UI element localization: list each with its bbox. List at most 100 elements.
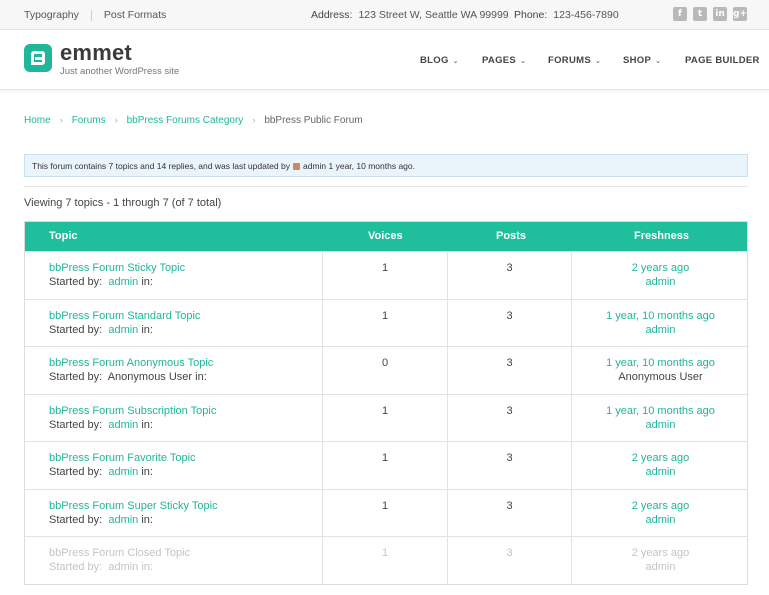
posts-count: 3 <box>506 357 513 369</box>
phone-info: Phone: 123-456-7890 <box>514 9 619 21</box>
nav-pages[interactable]: PAGES ⌄ <box>482 55 526 66</box>
started-by-label: Started by: <box>49 276 103 288</box>
posts-count: 3 <box>506 309 513 322</box>
started-by-label: Started by: <box>49 323 103 336</box>
freshness-user-link[interactable]: admin <box>572 465 749 479</box>
linkedin-icon[interactable]: in <box>713 7 727 21</box>
header-freshness: Freshness <box>634 230 690 242</box>
notice-user[interactable]: admin <box>303 161 326 171</box>
voices-count: 1 <box>381 262 389 274</box>
in-label: in: <box>141 418 153 431</box>
topic-title-link[interactable]: bbPress Forum Favorite Topic <box>49 451 322 465</box>
posts-count: 3 <box>506 404 513 417</box>
chevron-down-icon: ⌄ <box>520 58 527 65</box>
nav-blog-label: BLOG <box>420 55 449 66</box>
table-header: Topic Voices Posts Freshness <box>25 222 747 251</box>
breadcrumb-forums[interactable]: Forums <box>72 115 106 126</box>
in-label: in: <box>141 276 153 288</box>
header-topic: Topic <box>49 230 78 242</box>
in-label: in: <box>141 323 153 336</box>
started-by-label: Started by: <box>49 513 103 526</box>
posts-count: 3 <box>506 262 513 274</box>
voices-count: 1 <box>381 404 389 417</box>
site-tagline: Just another WordPress site <box>60 66 180 77</box>
topic-author-link[interactable]: admin <box>108 466 138 478</box>
top-bar: Typography Post Formats Address: 123 Stre… <box>0 0 769 30</box>
topic-title-link[interactable]: bbPress Forum Standard Topic <box>49 309 322 323</box>
freshness-link[interactable]: 2 years ago <box>572 499 749 513</box>
started-by-label: Started by: <box>49 466 103 478</box>
logo-icon[interactable] <box>24 44 52 72</box>
freshness-user-link[interactable]: admin <box>572 418 749 432</box>
freshness-user-link[interactable]: admin <box>572 560 749 574</box>
freshness-link[interactable]: 1 year, 10 months ago <box>572 404 749 418</box>
nav-shop[interactable]: SHOP ⌄ <box>623 55 661 66</box>
avatar-icon <box>292 163 300 170</box>
notice-text: This forum contains 7 topics and 14 repl… <box>32 161 290 171</box>
header-posts: Posts <box>496 230 526 242</box>
posts-count: 3 <box>506 499 513 512</box>
notice-time: 1 year, 10 months ago. <box>328 161 415 171</box>
in-label: in: <box>195 371 207 383</box>
chevron-right-icon: › <box>252 115 256 125</box>
breadcrumb-home[interactable]: Home <box>24 115 51 126</box>
nav-shop-label: SHOP <box>623 55 652 66</box>
topic-author-link[interactable]: admin <box>108 514 138 526</box>
topic-author-link[interactable]: admin <box>108 419 138 431</box>
topic-author-link[interactable]: admin <box>108 276 138 288</box>
site-title[interactable]: emmet <box>60 40 132 66</box>
freshness-link[interactable]: 2 years ago <box>572 261 749 275</box>
site-header: emmet Just another WordPress site BLOG ⌄ … <box>0 30 769 90</box>
voices-count: 1 <box>381 499 389 512</box>
table-row: bbPress Forum Sticky Topic Started by: ad… <box>25 251 747 299</box>
table-row: bbPress Forum Favorite Topic Started by: … <box>25 441 747 489</box>
nav-page-builder[interactable]: PAGE BUILDER <box>685 55 760 66</box>
in-label: in: <box>141 513 153 526</box>
topic-title-link[interactable]: bbPress Forum Closed Topic <box>49 546 322 560</box>
forum-info-notice: This forum contains 7 topics and 14 repl… <box>24 154 748 177</box>
topic-title-link[interactable]: bbPress Forum Sticky Topic <box>49 261 322 275</box>
voices-count: 0 <box>381 357 389 369</box>
phone-value: 123-456-7890 <box>553 9 619 21</box>
google-plus-icon[interactable]: g+ <box>733 7 747 21</box>
started-by-label: Started by: <box>49 418 103 431</box>
pagination-count: Viewing 7 topics - 1 through 7 (of 7 tot… <box>24 197 222 209</box>
freshness-user-link[interactable]: admin <box>572 275 749 289</box>
top-nav-post-formats[interactable]: Post Formats <box>104 9 166 21</box>
in-label: in: <box>141 466 153 478</box>
chevron-down-icon: ⌄ <box>655 58 662 65</box>
started-by-label: Started by: <box>49 371 103 383</box>
posts-count: 3 <box>506 452 513 464</box>
table-row: bbPress Forum Standard Topic Started by: … <box>25 298 749 346</box>
phone-label: Phone: <box>514 9 548 21</box>
facebook-icon[interactable]: f <box>673 7 687 21</box>
address-value: 123 Street W, Seattle WA 99999 <box>358 9 509 21</box>
top-nav-typography[interactable]: Typography <box>24 9 79 21</box>
topic-author-link[interactable]: admin <box>108 561 138 573</box>
posts-count: 3 <box>506 547 513 559</box>
top-nav: Typography Post Formats <box>24 9 166 21</box>
voices-count: 1 <box>381 547 389 559</box>
table-row: bbPress Forum Subscription Topic Started … <box>25 393 749 441</box>
topic-author-link[interactable]: admin <box>108 324 138 336</box>
topic-title-link[interactable]: bbPress Forum Super Sticky Topic <box>49 499 322 513</box>
nav-forums-label: FORUMS <box>548 55 591 66</box>
freshness-link[interactable]: 1 year, 10 months ago <box>572 356 749 370</box>
freshness-link[interactable]: 2 years ago <box>572 451 749 465</box>
freshness-user-link[interactable]: admin <box>572 323 749 337</box>
twitter-icon[interactable]: t <box>693 7 707 21</box>
chevron-right-icon: › <box>59 115 63 125</box>
freshness-user-link[interactable]: admin <box>572 513 749 527</box>
address-info: Address: 123 Street W, Seattle WA 99999 <box>311 9 509 21</box>
address-label: Address: <box>311 9 353 21</box>
topic-title-link[interactable]: bbPress Forum Anonymous Topic <box>49 356 322 370</box>
nav-forums[interactable]: FORUMS ⌄ <box>548 55 601 66</box>
table-row-closed: bbPress Forum Closed Topic Started by: ad… <box>25 536 747 584</box>
breadcrumb-category[interactable]: bbPress Forums Category <box>127 115 244 126</box>
topic-title-link[interactable]: bbPress Forum Subscription Topic <box>49 404 322 418</box>
nav-blog[interactable]: BLOG ⌄ <box>420 55 459 66</box>
freshness-link[interactable]: 2 years ago <box>572 546 749 560</box>
nav-pages-label: PAGES <box>482 55 517 66</box>
freshness-link[interactable]: 1 year, 10 months ago <box>572 309 749 323</box>
chevron-right-icon: › <box>114 115 118 125</box>
